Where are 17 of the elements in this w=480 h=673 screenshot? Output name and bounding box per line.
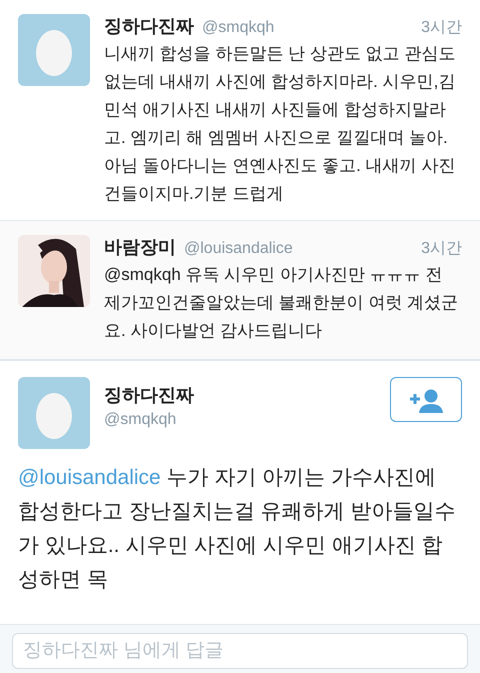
egg-avatar-icon: [18, 14, 90, 86]
user-handle: @smqkqh: [104, 411, 178, 429]
user-name: 징하다진짜: [104, 384, 194, 407]
egg-avatar-icon: [18, 377, 90, 449]
tweet-text: 니새끼 합성을 하든말든 난 상관도 없고 관심도 없는데 내새끼 사진에 합성하지마라. 시우민,김민석 애기사진 내새끼 사진들에 합성하지말라고. 엠끼리 해 엠멤버 사진으로 낄낄대며 놀아. 아님 돌아다니는 연옌사진도 좋고. 내새끼 사진 건들이지마.기분 드럽게: [104, 43, 456, 205]
timestamp: 3시간: [421, 18, 462, 38]
user-handle: @smqkqh: [202, 19, 274, 37]
tweet-text: @smqkqh 유독 시우민 아기사진만 ㅠㅠㅠ 전 제가꼬인건줄알았는데 불쾌한분이 여럿 계셨군요. 사이다발언 감사드립니다: [104, 264, 460, 342]
reply-field[interactable]: 징하다진짜 님에게 답글: [12, 633, 468, 669]
tweet-text: @louisandalice 누가 자기 아끼는 가수사진에 합성한다고 장난질치는걸 유쾌하게 받아들일수가 있나요.. 시우민 사진에 시우민 애기사진 합성하면 목: [18, 465, 457, 593]
timestamp: 3시간: [421, 239, 462, 259]
user-name: 징하다진짜: [104, 15, 194, 38]
follow-button[interactable]: [390, 377, 462, 422]
user-name: 바람장미: [104, 236, 176, 259]
add-person-icon: [408, 386, 444, 412]
tweet-card[interactable]: 바람장미 @louisandalice 3시간 @smqkqh 유독 시우민 아기사진만 ㅠㅠㅠ 전 제가꼬인건줄알았는데 불쾌한분이 여럿 계셨군요. 사이다발언 감사드립니다: [0, 221, 480, 360]
user-handle: @louisandalice: [184, 240, 293, 258]
